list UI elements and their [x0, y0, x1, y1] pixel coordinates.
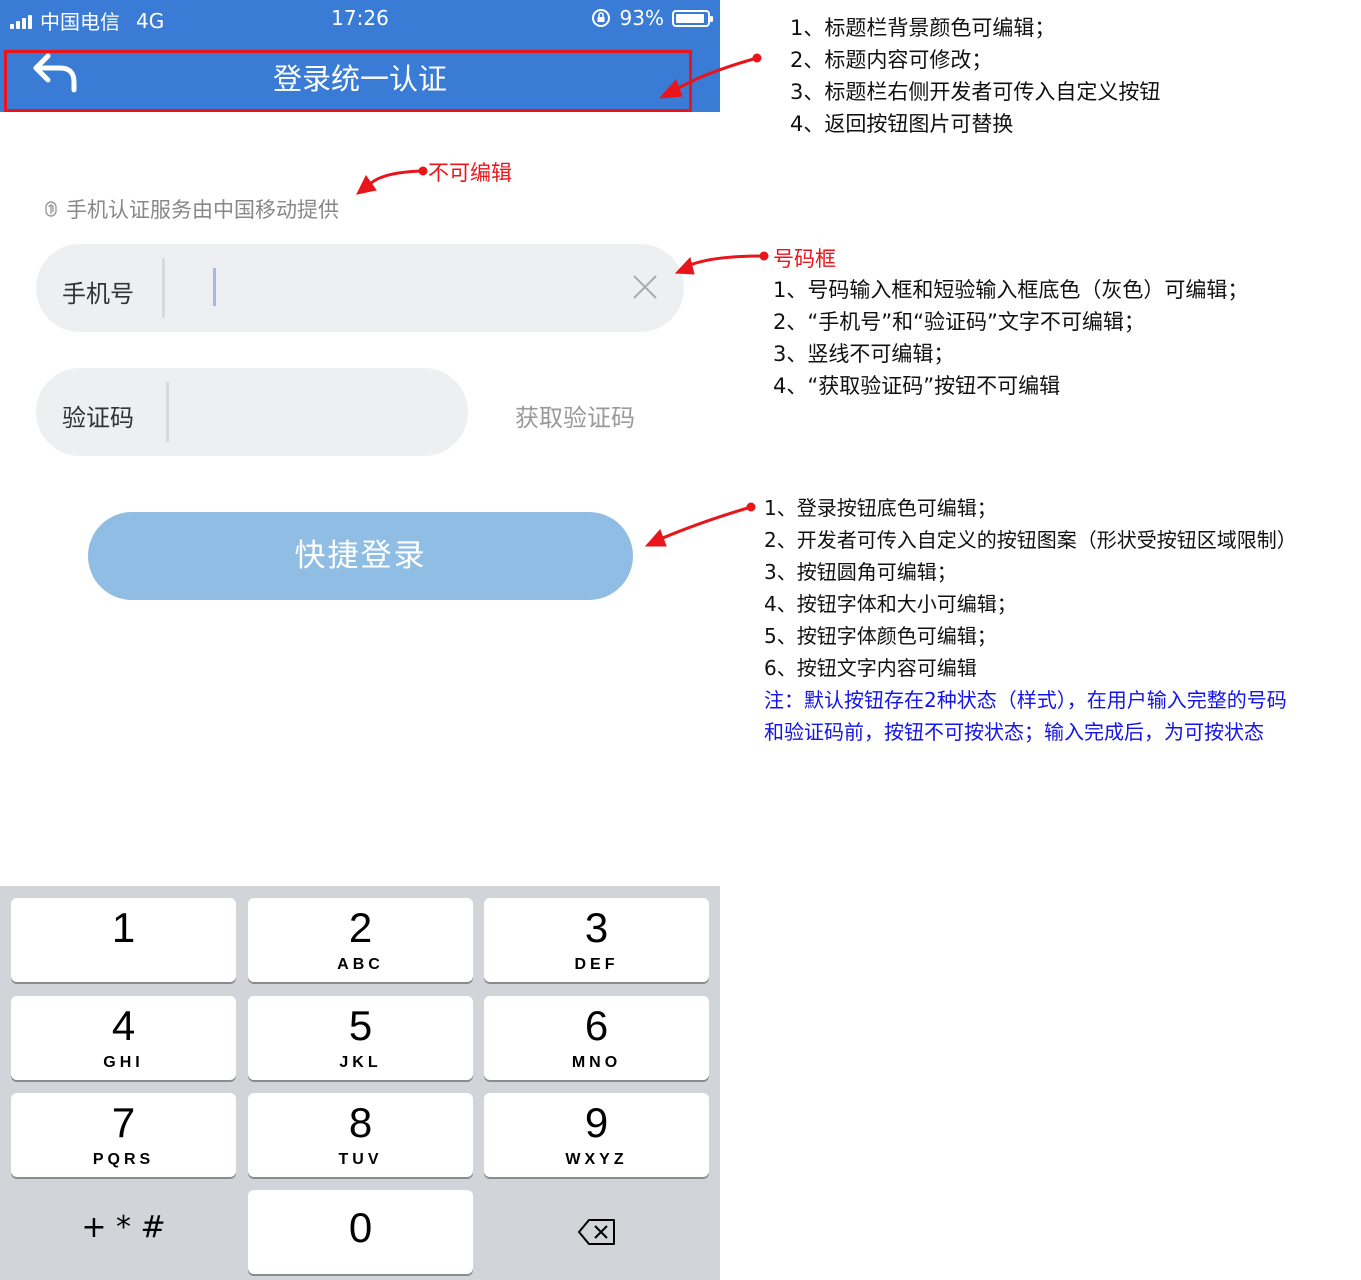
note-line-2: 和验证码前，按钮不可按状态；输入完成后，为可按状态: [764, 720, 1264, 744]
phone-number-field[interactable]: 手机号: [36, 244, 684, 332]
battery-percent: 93%: [619, 6, 664, 30]
get-code-button[interactable]: 获取验证码: [515, 398, 635, 433]
phone-field-divider: [162, 258, 165, 318]
not-editable-note: 不可编辑: [428, 161, 512, 185]
close-icon[interactable]: [630, 272, 660, 302]
phone-screen: 中国电信 4G 17:26 93% 登录统一认证 手机认证服务由中国移动提供 手…: [0, 0, 720, 1280]
code-label: 验证码: [62, 404, 134, 432]
key-7[interactable]: 7 PQRS: [11, 1093, 236, 1177]
key-0[interactable]: 0: [248, 1190, 473, 1274]
provider-notice: 手机认证服务由中国移动提供: [42, 194, 339, 224]
key-symbols[interactable]: + * #: [11, 1190, 236, 1274]
quick-login-button[interactable]: 快捷登录: [88, 512, 633, 600]
key-5[interactable]: 5 JKL: [248, 996, 473, 1080]
phone-input[interactable]: [186, 262, 610, 316]
key-4[interactable]: 4 GHI: [11, 996, 236, 1080]
fingerprint-icon: [45, 201, 57, 217]
number-box-annotation: 1、号码输入框和短验输入框底色（灰色）可编辑； 2、“手机号”和“验证码”文字不…: [773, 278, 1249, 398]
title-bar-annotation: 1、标题栏背景颜色可编辑； 2、标题内容可修改； 3、标题栏右侧开发者可传入自定…: [790, 16, 1161, 136]
backspace-icon: [577, 1219, 615, 1245]
note-line-1: 注：默认按钮存在2种状态（样式），在用户输入完整的号码: [764, 688, 1287, 712]
key-9[interactable]: 9 WXYZ: [484, 1093, 709, 1177]
key-6[interactable]: 6 MNO: [484, 996, 709, 1080]
verification-code-field[interactable]: 验证码: [36, 368, 468, 456]
code-field-divider: [166, 382, 169, 442]
key-1[interactable]: 1: [11, 898, 236, 982]
key-8[interactable]: 8 TUV: [248, 1093, 473, 1177]
number-box-heading: 号码框: [773, 247, 836, 271]
key-delete[interactable]: [484, 1190, 709, 1274]
provider-text: 手机认证服务由中国移动提供: [66, 198, 339, 222]
text-caret: [213, 268, 216, 306]
title-bar-highlight: [4, 50, 692, 112]
rotation-lock-icon: [591, 9, 610, 27]
key-3[interactable]: 3 DEF: [484, 898, 709, 982]
key-2[interactable]: 2 ABC: [248, 898, 473, 982]
login-button-annotation: 1、登录按钮底色可编辑； 2、开发者可传入自定义的按钮图案（形状受按钮区域限制）…: [764, 492, 1297, 748]
numeric-keypad: 1 2 ABC 3 DEF 4 GHI 5 JKL 6 MNO 7 PQRS 8 TUV 9W…: [0, 886, 720, 1280]
status-bar: 中国电信 4G 17:26 93%: [0, 0, 720, 38]
phone-label: 手机号: [62, 280, 134, 308]
battery-icon: [672, 9, 713, 27]
